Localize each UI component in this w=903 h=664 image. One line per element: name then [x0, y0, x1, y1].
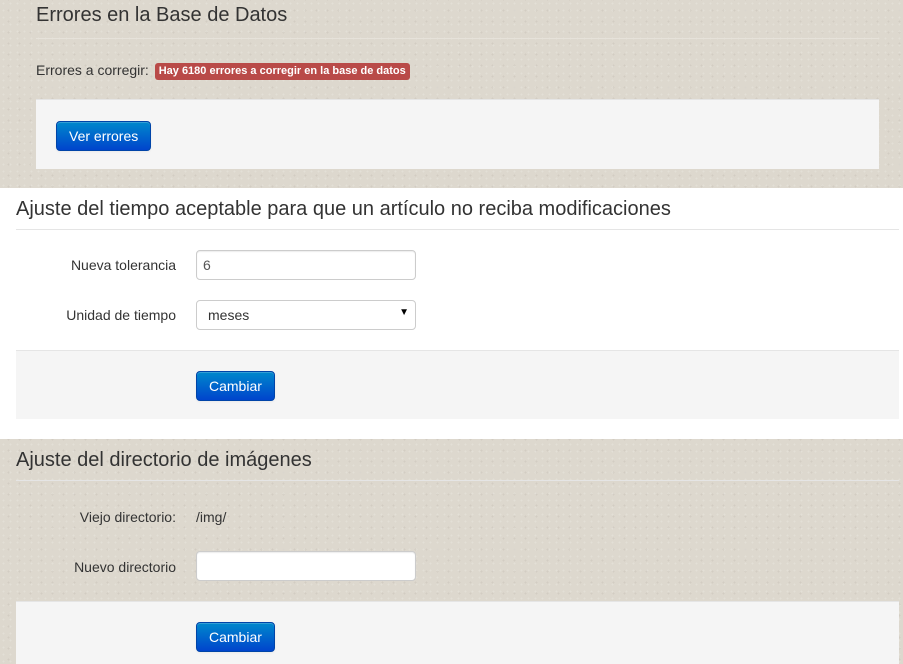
caret-down-icon: ▼	[399, 307, 409, 318]
new-directory-label: Nuevo directorio	[74, 559, 176, 575]
errors-section-title: Errores en la Base de Datos	[36, 4, 288, 26]
errors-actions: Ver errores	[36, 99, 879, 169]
errors-section: Errores en la Base de Datos Errores a co…	[0, 0, 903, 188]
errors-row: Errores a corregir: Hay 6180 errores a c…	[36, 62, 410, 80]
images-section: Ajuste del directorio de imágenes Viejo …	[0, 439, 903, 664]
tolerance-input[interactable]	[196, 250, 416, 280]
tolerance-section-title: Ajuste del tiempo aceptable para que un …	[16, 198, 671, 220]
tolerance-section: Ajuste del tiempo aceptable para que un …	[0, 188, 903, 439]
view-errors-button[interactable]: Ver errores	[56, 121, 152, 151]
new-directory-input[interactable]	[196, 551, 416, 581]
errors-count-badge: Hay 6180 errores a corregir en la base d…	[154, 63, 410, 80]
old-directory-label: Viejo directorio:	[79, 509, 176, 525]
time-unit-select[interactable]: meses ▼	[196, 300, 416, 330]
divider	[36, 38, 879, 39]
images-section-title: Ajuste del directorio de imágenes	[16, 449, 312, 471]
tolerance-actions: Cambiar	[16, 350, 899, 419]
divider	[16, 229, 899, 230]
tolerance-label: Nueva tolerancia	[70, 257, 176, 273]
time-unit-label: Unidad de tiempo	[66, 307, 176, 323]
errors-label: Errores a corregir:	[36, 62, 149, 78]
old-directory-value: /img/	[196, 509, 227, 525]
time-unit-selected-value: meses	[208, 307, 250, 323]
divider	[16, 480, 899, 481]
images-actions: Cambiar	[16, 601, 899, 664]
change-directory-button[interactable]: Cambiar	[196, 622, 275, 652]
change-tolerance-button[interactable]: Cambiar	[196, 371, 275, 401]
